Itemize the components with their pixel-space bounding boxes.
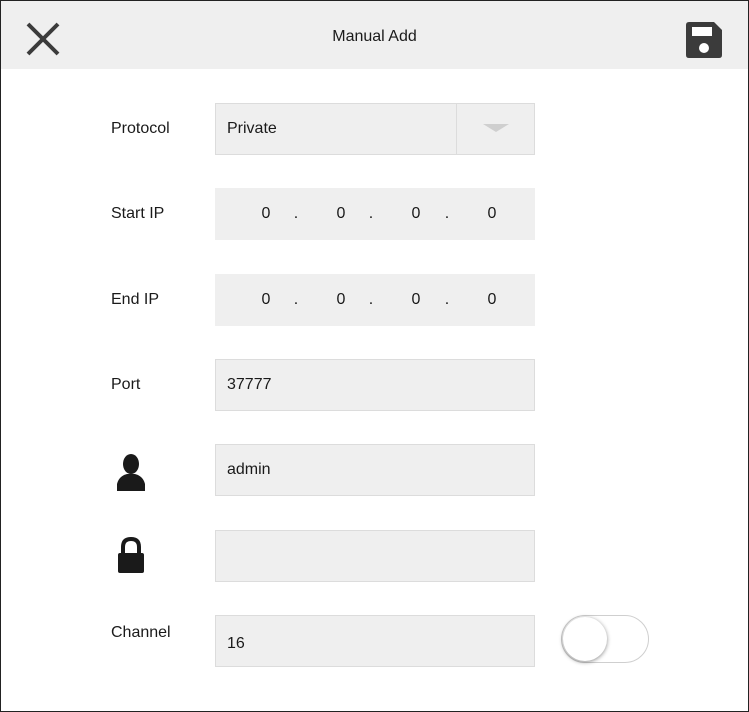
channel-toggle[interactable] [561, 615, 649, 663]
channel-label: Channel [111, 624, 171, 641]
end-ip-octet-2[interactable]: 0 [331, 275, 351, 325]
end-ip-octet-1[interactable]: 0 [256, 275, 276, 325]
start-ip-octet-1[interactable]: 0 [256, 189, 276, 239]
end-ip-octet-3[interactable]: 0 [406, 275, 426, 325]
ip-separator: . [293, 291, 299, 308]
ip-separator: . [293, 205, 299, 222]
channel-value: 16 [227, 635, 245, 652]
start-ip-octet-4[interactable]: 0 [482, 189, 502, 239]
protocol-label: Protocol [111, 120, 170, 137]
start-ip-octet-2[interactable]: 0 [331, 189, 351, 239]
port-label: Port [111, 376, 141, 393]
start-ip-octet-3[interactable]: 0 [406, 189, 426, 239]
save-icon [686, 22, 722, 58]
ip-separator: . [368, 291, 374, 308]
channel-input[interactable]: 16 [215, 615, 535, 667]
dialog-header: Manual Add [1, 1, 748, 69]
port-value: 37777 [227, 376, 272, 393]
ip-separator: . [444, 291, 450, 308]
close-button[interactable] [23, 19, 63, 59]
manual-add-dialog: Manual Add Protocol Private Start IP 0 .… [0, 0, 749, 712]
port-input[interactable]: 37777 [215, 359, 535, 411]
end-ip-input[interactable]: 0 . 0 . 0 . 0 [215, 274, 535, 326]
protocol-dropdown-toggle[interactable] [456, 104, 534, 154]
protocol-value: Private [227, 120, 277, 137]
password-input[interactable] [215, 530, 535, 582]
close-icon [26, 22, 60, 56]
ip-separator: . [368, 205, 374, 222]
dialog-title: Manual Add [332, 28, 417, 45]
username-input[interactable]: admin [215, 444, 535, 496]
user-icon [115, 453, 147, 493]
start-ip-label: Start IP [111, 205, 165, 222]
ip-separator: . [444, 205, 450, 222]
save-button[interactable] [683, 19, 725, 61]
end-ip-label: End IP [111, 291, 160, 308]
lock-icon [117, 536, 145, 574]
start-ip-input[interactable]: 0 . 0 . 0 . 0 [215, 188, 535, 240]
chevron-down-icon [483, 124, 509, 132]
toggle-knob [563, 617, 607, 661]
end-ip-octet-4[interactable]: 0 [482, 275, 502, 325]
protocol-select[interactable]: Private [215, 103, 535, 155]
username-value: admin [227, 461, 271, 478]
